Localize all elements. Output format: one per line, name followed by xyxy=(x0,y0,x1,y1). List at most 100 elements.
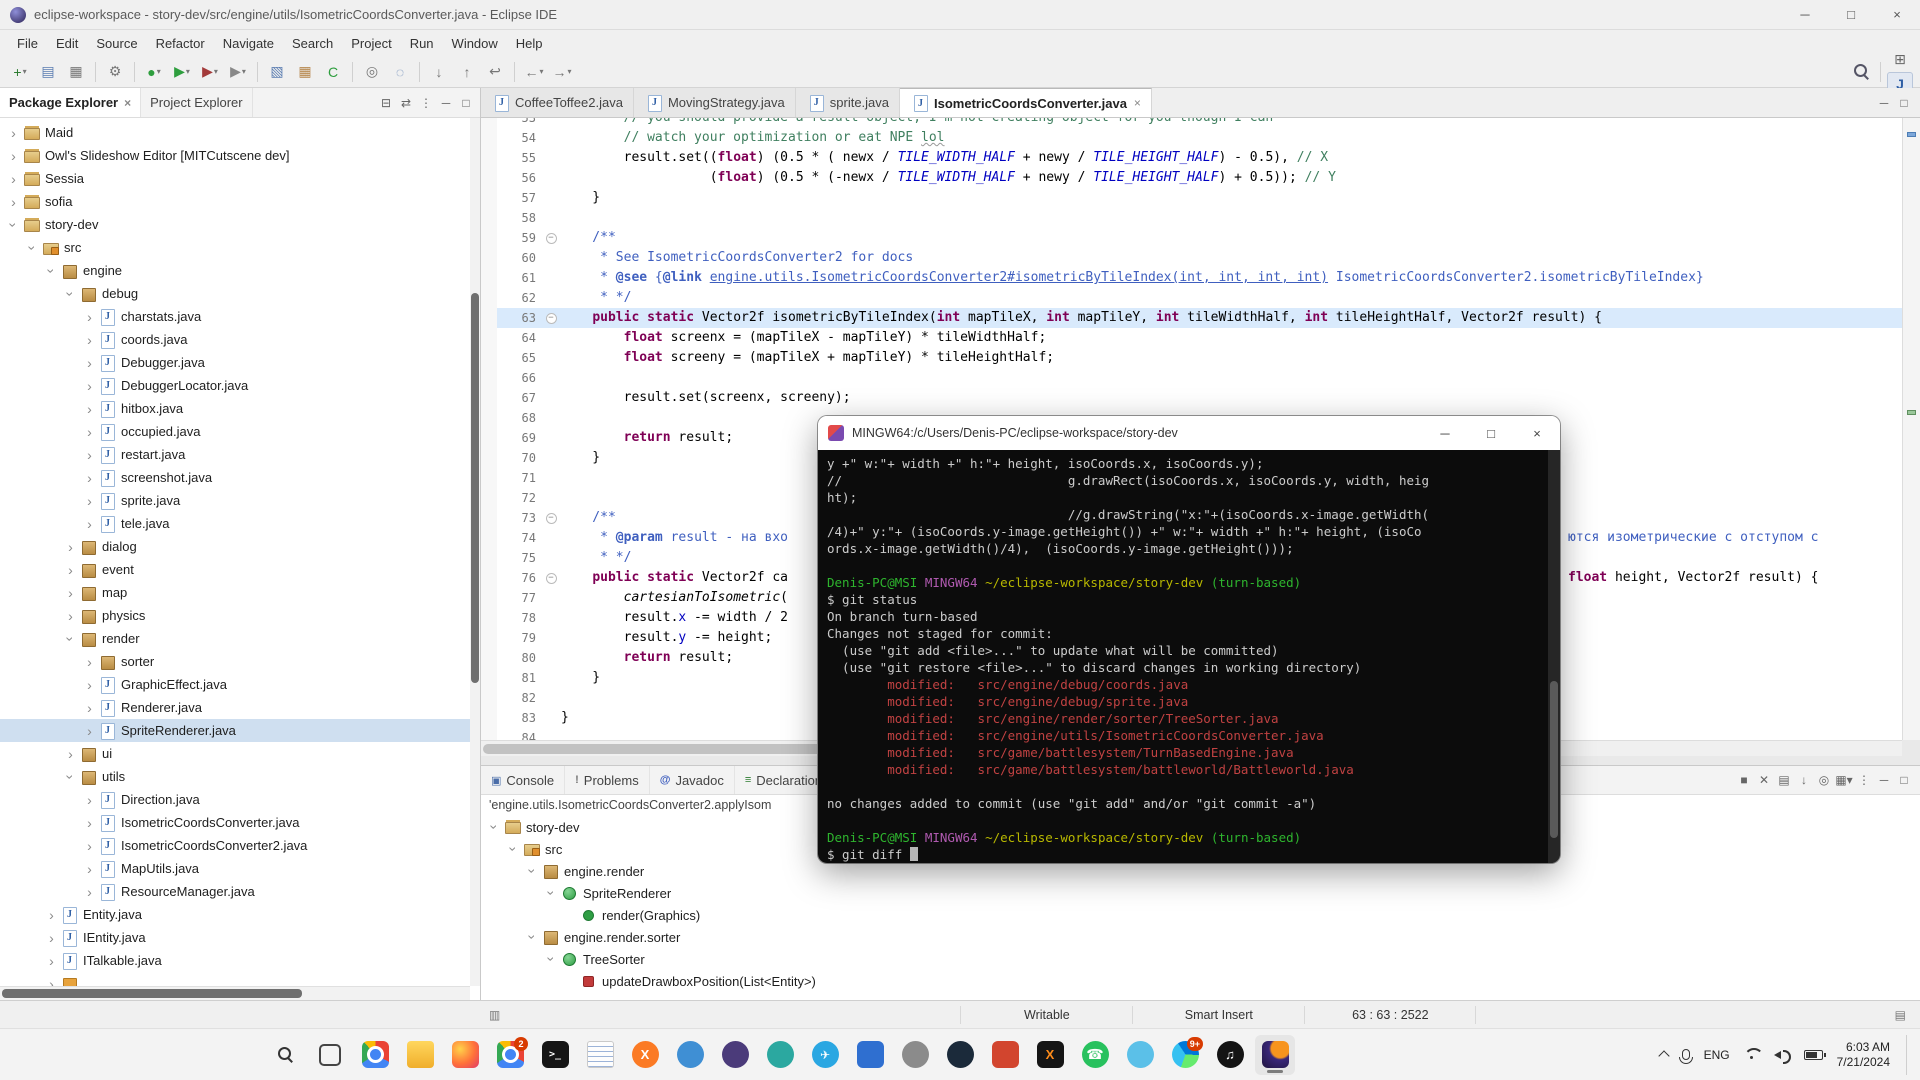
editor-tab-isometriccoordsconverter-java[interactable]: JIsometricCoordsConverter.java× xyxy=(900,88,1152,117)
tree-item-isometriccoordsconverter-java[interactable]: ›JIsometricCoordsConverter.java xyxy=(0,811,480,834)
search-dialog-button[interactable]: ◌ xyxy=(387,60,413,84)
battery-icon[interactable] xyxy=(1804,1050,1823,1060)
expand-arrow-icon[interactable]: › xyxy=(6,194,21,210)
tree-item-story-dev[interactable]: ›story-dev xyxy=(0,213,480,236)
expand-arrow-icon[interactable]: › xyxy=(82,792,97,808)
tree-item-renderer-java[interactable]: ›JRenderer.java xyxy=(0,696,480,719)
tree-item-ientity-java[interactable]: ›JIEntity.java xyxy=(0,926,480,949)
volume-icon[interactable] xyxy=(1774,1049,1790,1061)
tree-item-occupied-java[interactable]: ›Joccupied.java xyxy=(0,420,480,443)
expand-arrow-icon[interactable]: › xyxy=(525,864,541,879)
menu-source[interactable]: Source xyxy=(87,34,146,53)
dropdown-arrow-icon[interactable]: ▾ xyxy=(186,67,190,76)
taskbar-terminal-app-icon[interactable]: >_ xyxy=(535,1035,575,1075)
taskbar-app-blue-icon[interactable] xyxy=(670,1035,710,1075)
maximize-view-icon[interactable]: □ xyxy=(456,93,476,113)
expand-arrow-icon[interactable]: › xyxy=(525,930,541,945)
package-explorer-tree[interactable]: ›Maid›Owl's Slideshow Editor [MITCutscen… xyxy=(0,118,480,1000)
view-tab-problems[interactable]: !Problems xyxy=(565,766,650,794)
taskbar-paint-icon[interactable] xyxy=(1120,1035,1160,1075)
tree-item-sorter[interactable]: ›sorter xyxy=(0,650,480,673)
open-type-button[interactable]: ◎ xyxy=(359,60,385,84)
scrollbar-thumb[interactable] xyxy=(1550,681,1558,838)
minimize-view-icon[interactable]: ─ xyxy=(1874,93,1894,113)
collapse-icon[interactable]: − xyxy=(546,313,557,324)
dropdown-arrow-icon[interactable]: ▾ xyxy=(1847,773,1853,787)
scrollbar-thumb[interactable] xyxy=(2,989,302,998)
taskbar-file-explorer-icon[interactable] xyxy=(400,1035,440,1075)
expand-arrow-icon[interactable]: › xyxy=(82,838,97,854)
tree-item-src[interactable]: ›src xyxy=(0,236,480,259)
expand-arrow-icon[interactable]: › xyxy=(63,631,79,646)
tree-item-entity-java[interactable]: ›JEntity.java xyxy=(0,903,480,926)
debug-button[interactable]: ●▾ xyxy=(141,60,167,84)
view-menu-icon[interactable]: ⋮ xyxy=(1854,770,1874,790)
tree-item-graphiceffect-java[interactable]: ›JGraphicEffect.java xyxy=(0,673,480,696)
expand-arrow-icon[interactable]: › xyxy=(487,820,503,835)
expand-arrow-icon[interactable]: › xyxy=(82,723,97,739)
expand-arrow-icon[interactable]: › xyxy=(44,953,59,969)
tree-item-sofia[interactable]: ›sofia xyxy=(0,190,480,213)
tree-item-debug[interactable]: ›debug xyxy=(0,282,480,305)
show-desktop-button[interactable] xyxy=(1906,1035,1910,1075)
dropdown-arrow-icon[interactable]: ▾ xyxy=(23,67,27,76)
terminal-titlebar[interactable]: MINGW64:/c/Users/Denis-PC/eclipse-worksp… xyxy=(818,416,1560,450)
expand-arrow-icon[interactable]: › xyxy=(82,309,97,325)
tree-item-ui[interactable]: ›ui xyxy=(0,742,480,765)
sidebar-horizontal-scrollbar[interactable] xyxy=(0,986,470,1000)
dropdown-arrow-icon[interactable]: ▾ xyxy=(242,67,246,76)
scroll-lock-icon[interactable]: ↓ xyxy=(1794,770,1814,790)
tree-item-sessia[interactable]: ›Sessia xyxy=(0,167,480,190)
tree-item-charstats-java[interactable]: ›Jcharstats.java xyxy=(0,305,480,328)
tree-item-maid[interactable]: ›Maid xyxy=(0,121,480,144)
tree-item-screenshot-java[interactable]: ›Jscreenshot.java xyxy=(0,466,480,489)
taskbar-game-x-icon[interactable]: X xyxy=(1030,1035,1070,1075)
taskbar-app-code-blue-icon[interactable] xyxy=(850,1035,890,1075)
taskbar-chrome-profile-icon[interactable]: 2 xyxy=(490,1035,530,1075)
clear-console-icon[interactable]: ▤ xyxy=(1774,770,1794,790)
taskbar-task-view-icon[interactable] xyxy=(310,1035,350,1075)
taskbar-start-icon[interactable] xyxy=(220,1035,260,1075)
taskbar-notepad-icon[interactable] xyxy=(580,1035,620,1075)
menu-search[interactable]: Search xyxy=(283,34,342,53)
tree-item-direction-java[interactable]: ›JDirection.java xyxy=(0,788,480,811)
expand-arrow-icon[interactable]: › xyxy=(82,355,97,371)
expand-arrow-icon[interactable]: › xyxy=(25,240,41,255)
tree-item-debugger-java[interactable]: ›JDebugger.java xyxy=(0,351,480,374)
expand-arrow-icon[interactable]: › xyxy=(44,263,60,278)
terminal-maximize-button[interactable]: □ xyxy=(1468,416,1514,450)
pin-console-icon[interactable]: ◎ xyxy=(1814,770,1834,790)
expand-arrow-icon[interactable]: › xyxy=(82,654,97,670)
result-item-treesorter[interactable]: ›TreeSorter xyxy=(481,948,1920,970)
expand-arrow-icon[interactable]: › xyxy=(82,401,97,417)
taskbar-edge-icon[interactable]: 9+ xyxy=(1165,1035,1205,1075)
maximize-view-icon[interactable]: □ xyxy=(1894,770,1914,790)
dropdown-arrow-icon[interactable]: ▾ xyxy=(214,67,218,76)
close-icon[interactable]: × xyxy=(1134,96,1141,110)
tree-item-event[interactable]: ›event xyxy=(0,558,480,581)
result-item-render-graphics[interactable]: render(Graphics) xyxy=(481,904,1920,926)
taskbar-search-icon[interactable] xyxy=(265,1035,305,1075)
expand-arrow-icon[interactable]: › xyxy=(82,470,97,486)
new-wizard-button[interactable]: +▾ xyxy=(7,60,33,84)
expand-arrow-icon[interactable]: › xyxy=(6,125,21,141)
back-button[interactable]: ←▾ xyxy=(521,60,547,84)
previous-annotation-button[interactable]: ↑ xyxy=(454,60,480,84)
tree-item-engine[interactable]: ›engine xyxy=(0,259,480,282)
tree-item-coords-java[interactable]: ›Jcoords.java xyxy=(0,328,480,351)
dropdown-arrow-icon[interactable]: ▾ xyxy=(567,67,571,76)
menu-refactor[interactable]: Refactor xyxy=(147,34,214,53)
coverage-button[interactable]: ▶▾ xyxy=(197,60,223,84)
taskbar-telegram-icon[interactable]: ✈ xyxy=(805,1035,845,1075)
expand-arrow-icon[interactable]: › xyxy=(82,493,97,509)
expand-arrow-icon[interactable]: › xyxy=(44,907,59,923)
window-minimize-button[interactable]: ─ xyxy=(1782,0,1828,29)
tree-item-italkable-java[interactable]: ›JITalkable.java xyxy=(0,949,480,972)
sidebar-vertical-scrollbar[interactable] xyxy=(470,118,480,986)
taskbar-app-gray-icon[interactable] xyxy=(895,1035,935,1075)
minimize-view-icon[interactable]: ─ xyxy=(436,93,456,113)
expand-arrow-icon[interactable]: › xyxy=(82,447,97,463)
open-console-icon[interactable]: ▦▾ xyxy=(1834,770,1854,790)
expand-arrow-icon[interactable]: › xyxy=(44,930,59,946)
expand-arrow-icon[interactable]: › xyxy=(82,378,97,394)
